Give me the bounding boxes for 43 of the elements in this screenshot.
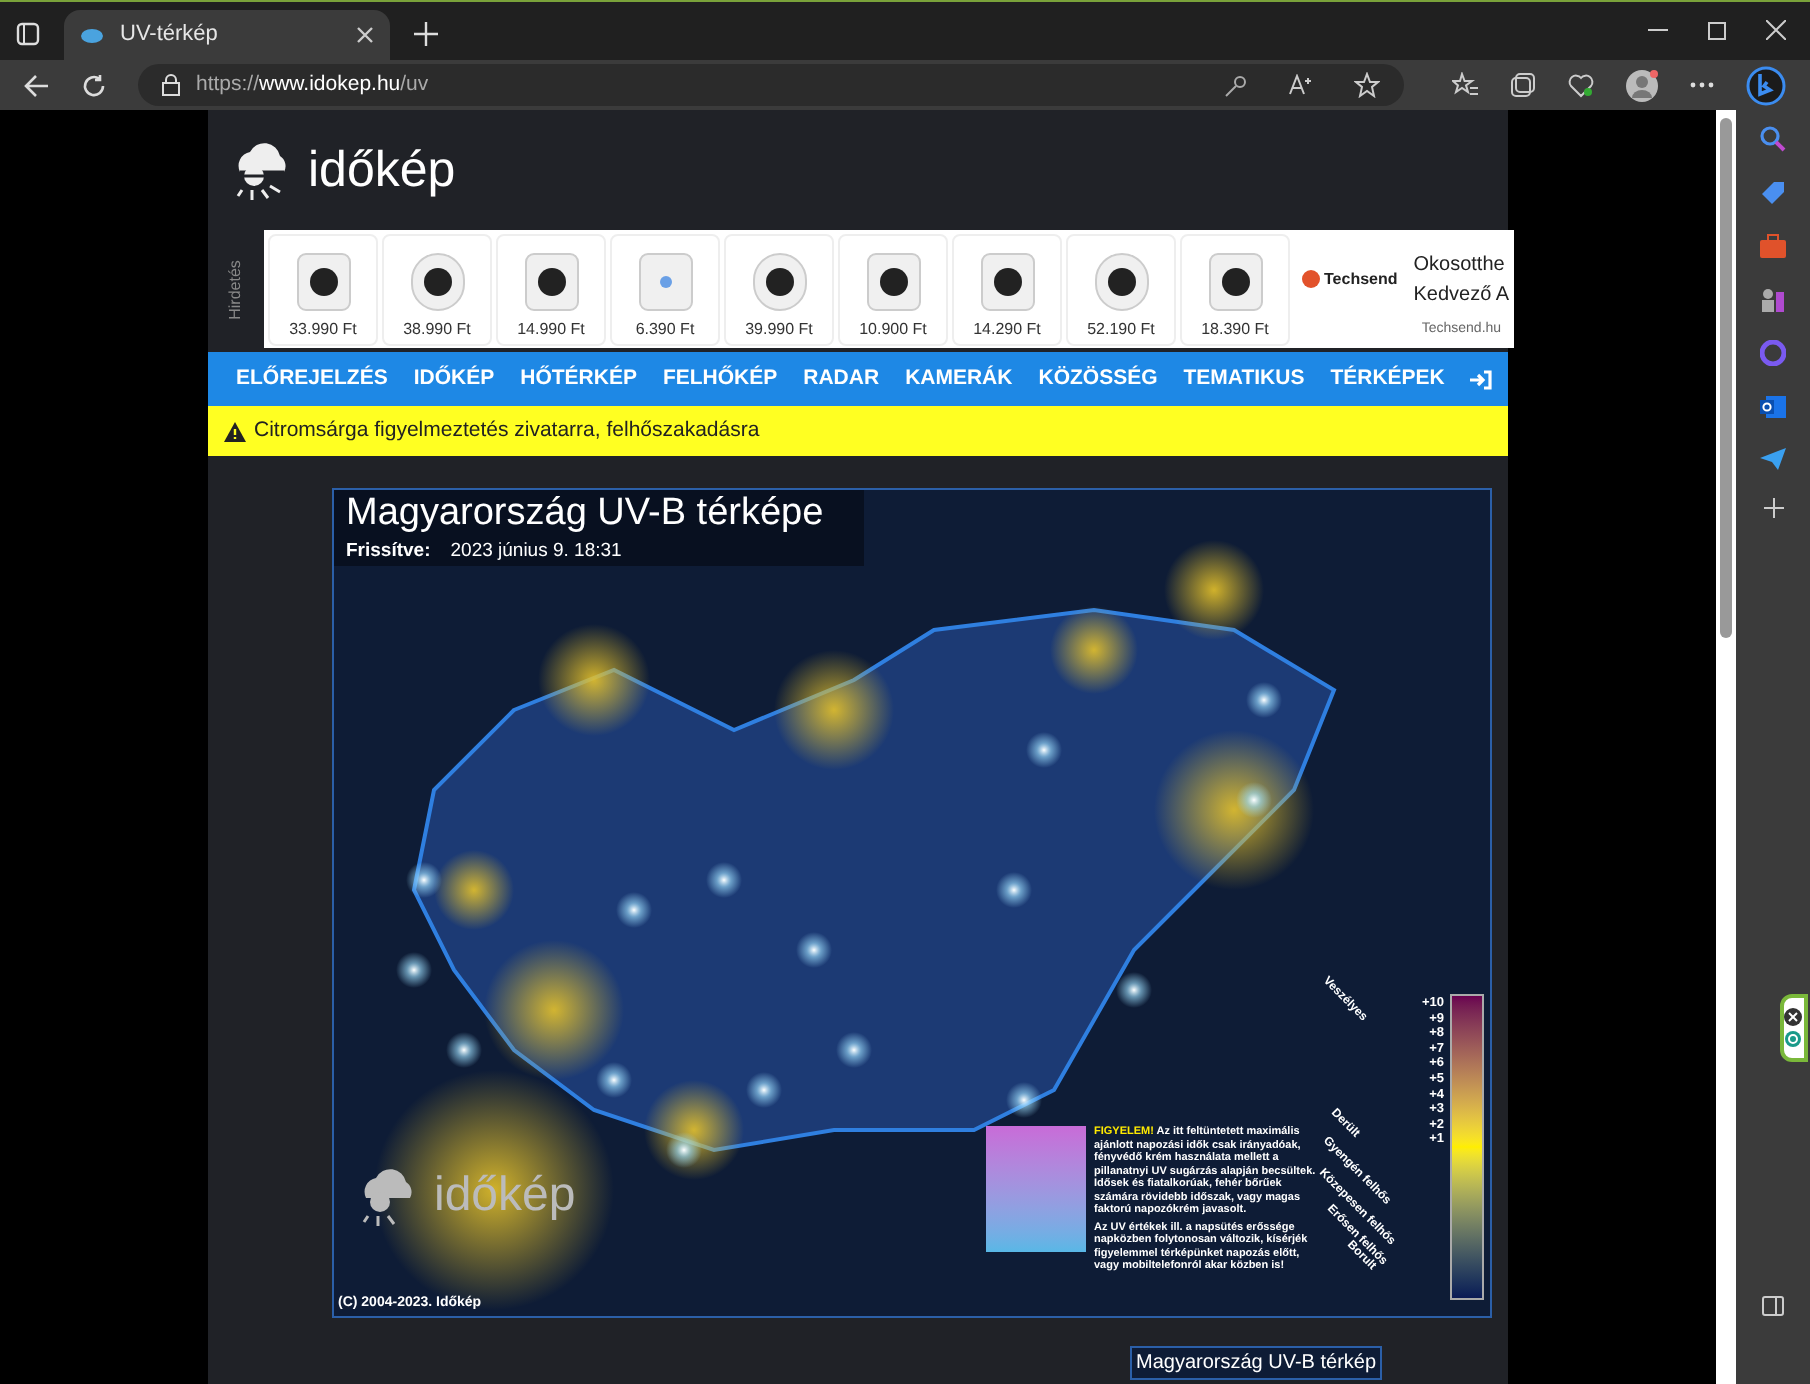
nav-link[interactable]: TÉRKÉPEK (1330, 363, 1445, 396)
updated-time: 2023 június 9. 18:31 (450, 537, 622, 566)
url-text: https://www.idokep.hu/uv (196, 69, 431, 100)
ad-headline: Kedvező A (1413, 281, 1510, 309)
map-logo: időkép (434, 1172, 576, 1220)
product-card[interactable]: 38.990 Ft (382, 233, 492, 346)
product-price: 14.290 Ft (973, 317, 1041, 342)
product-card[interactable]: 18.390 Ft (1180, 233, 1290, 346)
tab-title: UV-térkép (120, 20, 220, 51)
product-price: 10.900 Ft (859, 317, 927, 342)
map-thumbnail-title[interactable]: Magyarország UV-B térkép (1130, 1346, 1383, 1380)
product-price: 18.390 Ft (1201, 317, 1269, 342)
product-price: 38.990 Ft (403, 317, 471, 342)
product-card[interactable]: 14.990 Ft (496, 233, 606, 346)
map-title: Magyarország UV-B térképe (346, 490, 826, 538)
updated-label: Frissítve: (346, 537, 431, 566)
nav-link[interactable]: TEMATIKUS (1183, 363, 1305, 396)
nav-link[interactable]: ELŐREJELZÉS (236, 363, 388, 396)
product-price: 33.990 Ft (289, 317, 357, 342)
site-logo[interactable]: időkép (308, 145, 456, 196)
product-price: 39.990 Ft (745, 317, 813, 342)
product-price: 6.390 Ft (635, 317, 695, 342)
product-price: 14.990 Ft (517, 317, 585, 342)
product-card[interactable]: 10.900 Ft (838, 233, 948, 346)
nav-link[interactable]: IDŐKÉP (413, 363, 495, 396)
ad-headline: Okosotthe (1413, 251, 1507, 279)
brand-name: Techsend (1324, 267, 1398, 291)
address-bar[interactable]: https://www.idokep.hu/uv (138, 64, 1404, 106)
alert-bar[interactable]: Citromsárga figyelmeztetés zivatarra, felhőszakadásra (208, 406, 1508, 456)
nav-link[interactable]: HŐTÉRKÉP (520, 363, 637, 396)
product-card[interactable]: 52.190 Ft (1066, 233, 1176, 346)
browser-tab[interactable]: UV-térkép (64, 10, 390, 60)
nav-link[interactable]: KÖZÖSSÉG (1038, 363, 1158, 396)
product-price: 52.190 Ft (1087, 317, 1155, 342)
nav-link[interactable]: KAMERÁK (905, 363, 1013, 396)
product-card[interactable]: 39.990 Ft (724, 233, 834, 346)
product-card[interactable]: 6.390 Ft (610, 233, 720, 346)
alert-text: Citromsárga figyelmeztetés zivatarra, felhőszakadásra (254, 415, 760, 446)
product-card[interactable]: 14.290 Ft (952, 233, 1062, 346)
product-card[interactable]: 33.990 Ft (268, 233, 378, 346)
nav-link[interactable]: RADAR (803, 363, 880, 396)
ad-label: Hirdetés (224, 259, 246, 320)
nav-link[interactable]: FELHŐKÉP (662, 363, 778, 396)
